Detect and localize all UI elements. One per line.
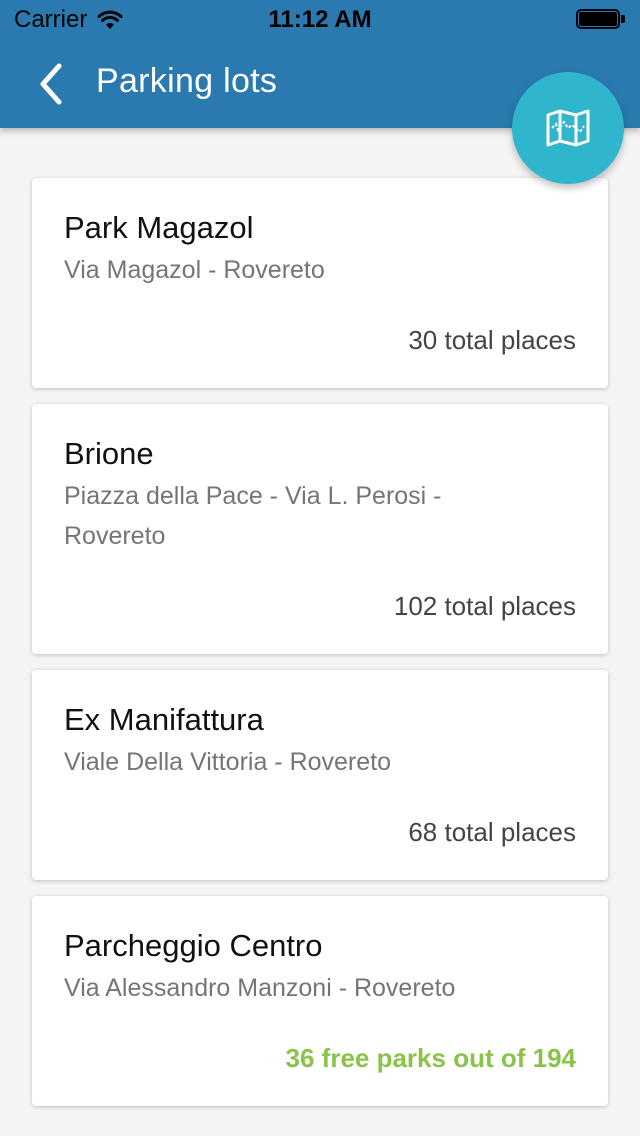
parking-lot-name: Brione xyxy=(64,436,154,471)
parking-lot-card[interactable]: Park Magazol Via Magazol - Rovereto 30 t… xyxy=(32,178,608,388)
parking-lot-card[interactable]: Brione Piazza della Pace - Via L. Perosi… xyxy=(32,404,608,654)
parking-lot-places: 102 total places xyxy=(393,591,576,621)
parking-lot-card[interactable]: Ex Manifattura Viale Della Vittoria - Ro… xyxy=(32,670,608,880)
back-button[interactable] xyxy=(22,56,78,112)
parking-lot-card[interactable]: Parcheggio Centro Via Alessandro Manzoni… xyxy=(32,896,608,1106)
parking-lot-name: Parcheggio Centro xyxy=(64,928,323,963)
parking-lot-free-places: 36 free parks out of 194 xyxy=(285,1043,576,1073)
parking-lot-address: Piazza della Pace - Via L. Perosi - Rove… xyxy=(64,482,442,550)
map-icon xyxy=(546,109,590,147)
parking-lot-places: 30 total places xyxy=(408,325,576,355)
parking-lot-places: 68 total places xyxy=(408,817,576,847)
status-time: 11:12 AM xyxy=(268,6,372,33)
parking-lot-address: Via Alessandro Manzoni - Rovereto xyxy=(64,974,456,1002)
status-bar: Carrier 11:12 AM xyxy=(0,0,640,40)
page-title: Parking lots xyxy=(96,62,278,100)
parking-lot-name: Ex Manifattura xyxy=(64,702,264,737)
battery-icon xyxy=(576,9,626,31)
parking-lot-list: Park Magazol Via Magazol - Rovereto 30 t… xyxy=(32,178,608,1122)
map-view-button[interactable] xyxy=(512,72,624,184)
chevron-left-icon xyxy=(40,63,62,105)
parking-lot-name: Park Magazol xyxy=(64,210,254,245)
parking-lot-address: Via Magazol - Rovereto xyxy=(64,256,325,284)
parking-lot-address: Viale Della Vittoria - Rovereto xyxy=(64,748,392,776)
